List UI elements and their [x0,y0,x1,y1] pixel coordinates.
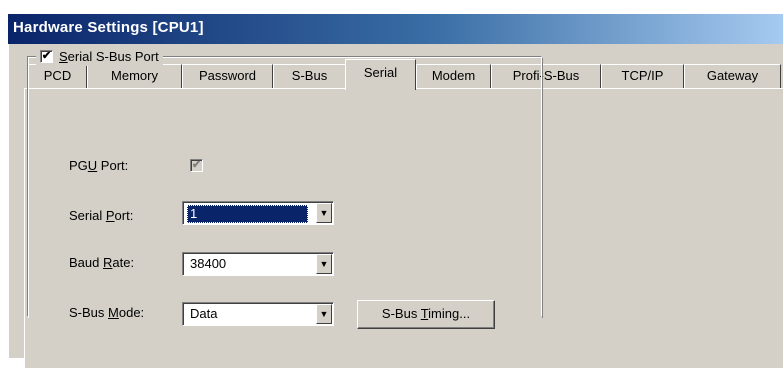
baud-rate-value: 38400 [190,256,227,271]
hardware-settings-window: Hardware Settings [CPU1] PCD Memory Pass… [0,0,783,368]
label-part: PG [69,158,88,173]
label-part: Port: [97,158,129,173]
tab-gateway[interactable]: Gateway [684,64,781,88]
label-part: Baud [69,255,103,270]
label-part: ate: [112,255,135,270]
serial-s-bus-port-checkbox[interactable]: ✔ [40,49,53,63]
dropdown-glyph: ▼ [319,259,329,269]
label-part: S-Bus [69,305,109,320]
label-mnemonic: S [59,48,68,64]
sbus-timing-button[interactable]: S-Bus Timing... [357,300,495,329]
chevron-down-icon[interactable]: ▼ [316,254,332,274]
label-mnemonic: P [105,208,115,223]
serial-port-label: Serial Port: [69,208,133,223]
pgu-port-label: PGU Port: [69,158,128,173]
label-part: Serial [69,208,106,223]
serial-s-bus-port-toggle[interactable]: ✔ Serial S-Bus Port [36,46,163,66]
serial-s-bus-port-group [27,56,543,318]
dropdown-glyph: ▼ [319,309,329,319]
dropdown-glyph: ▼ [319,208,329,218]
sbus-mode-label: S-Bus Mode: [69,305,144,320]
label-part: S-Bus [381,306,421,321]
chevron-down-icon[interactable]: ▼ [316,203,332,223]
window-title: Hardware Settings [CPU1] [13,19,204,36]
label-mnemonic: R [102,255,113,270]
label-part: ode: [118,305,145,320]
serial-port-dropdown[interactable]: 1 ▼ [182,201,334,225]
check-icon: ✔ [41,49,52,62]
sbus-mode-value: Data [190,306,218,321]
baud-rate-dropdown[interactable]: 38400 ▼ [182,252,334,276]
title-bar[interactable]: Hardware Settings [CPU1] [8,14,783,44]
serial-port-value: 1 [187,205,308,223]
label-mnemonic: U [87,158,98,173]
label-rest: erial S-Bus Port [67,48,159,64]
label-part: ort: [114,208,134,223]
tab-tcp-ip[interactable]: TCP/IP [601,64,684,88]
check-icon: ✔ [191,159,202,171]
pgu-port-checkbox[interactable]: ✔ [190,159,203,172]
label-part: iming... [428,306,471,321]
tab-label: Gateway [706,68,759,83]
tab-label: TCP/IP [621,68,664,83]
chevron-down-icon[interactable]: ▼ [316,304,332,324]
serial-s-bus-port-label: Serial S-Bus Port [59,49,159,64]
baud-rate-label: Baud Rate: [69,255,134,270]
label-mnemonic: M [108,305,119,320]
sbus-mode-dropdown[interactable]: Data ▼ [182,302,334,326]
